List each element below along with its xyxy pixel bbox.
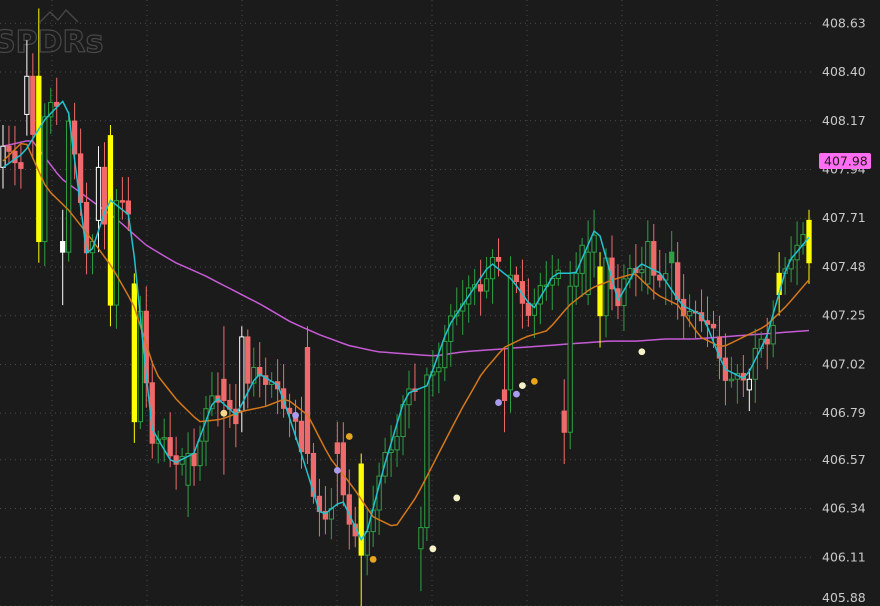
chart-canvas[interactable]: SPDRs 408.63408.40408.17407.94407.71407.… [0, 0, 880, 606]
candle-body [6, 145, 12, 152]
candle-body [561, 410, 567, 433]
y-tick-label: 408.17 [822, 113, 866, 128]
signal-marker [638, 348, 646, 356]
candle-body [24, 75, 30, 115]
candle-body [770, 324, 776, 345]
y-tick-label: 408.40 [822, 64, 866, 79]
candle-body [418, 527, 424, 550]
candle-body [764, 338, 770, 345]
candle-body [669, 251, 675, 264]
candle-body [364, 531, 370, 556]
candle-body [221, 378, 227, 401]
candle-body [119, 200, 126, 203]
y-tick-label: 406.34 [822, 501, 866, 516]
candles [0, 8, 812, 606]
candle-body [36, 75, 42, 243]
candle-body [30, 75, 36, 135]
candle-body [501, 389, 508, 401]
grid-lines [0, 0, 812, 606]
candle-body [591, 234, 597, 253]
last-price-tag: 407.98 [819, 153, 871, 169]
candle-body [394, 436, 400, 451]
y-tick-label: 406.11 [822, 549, 866, 564]
y-tick-label: 407.02 [822, 356, 866, 371]
signal-marker [429, 545, 437, 553]
candle-body [167, 437, 173, 457]
logo-text: SPDRs [0, 25, 103, 60]
signal-marker [453, 494, 461, 502]
signal-marker [220, 409, 228, 417]
candle-body [334, 442, 340, 454]
candle-body [639, 269, 645, 274]
signal-marker [345, 433, 353, 440]
candle-body [585, 251, 591, 296]
candle-body [340, 442, 346, 496]
candle-body [442, 340, 448, 369]
candle-body [113, 200, 120, 306]
candle-body [125, 200, 132, 215]
candle-body [191, 452, 197, 467]
candle-body [346, 494, 352, 525]
y-tick-label: 406.79 [822, 405, 866, 420]
y-tick-label: 407.48 [822, 259, 866, 274]
candle-body [0, 145, 6, 168]
candle-body [161, 437, 167, 440]
moving-averages [2, 100, 810, 542]
signal-marker [530, 377, 538, 385]
candle-body [746, 378, 752, 391]
candle-body [197, 440, 203, 467]
candle-body [245, 336, 251, 384]
candle-body [298, 420, 305, 453]
signal-marker [519, 382, 526, 390]
candle-body [603, 257, 609, 317]
candle-body [107, 135, 114, 306]
candle-body [728, 378, 735, 382]
spdrs-logo: SPDRs [0, 8, 104, 61]
y-tick-label: 405.88 [822, 590, 866, 605]
candle-body [424, 374, 430, 529]
candle-body [358, 463, 364, 556]
candle-body [483, 278, 490, 292]
candle-body [645, 241, 651, 285]
long-ma-line [2, 140, 810, 357]
signal-marker [369, 555, 377, 563]
last-price-label: 407.98 [824, 154, 868, 169]
signal-marker [333, 466, 341, 474]
signal-marker [495, 399, 502, 406]
candle-body [513, 274, 520, 283]
candle-body [477, 284, 484, 292]
long-moving-average [2, 140, 810, 357]
candle-body [686, 310, 693, 317]
candle-body [806, 219, 812, 264]
candle-body [573, 272, 579, 287]
candle-body [567, 285, 573, 433]
y-tick-label: 406.57 [822, 452, 866, 467]
y-axis: 408.63408.40408.17407.94407.71407.48407.… [822, 15, 866, 605]
y-tick-label: 407.25 [822, 308, 866, 323]
price-chart[interactable]: SPDRs 408.63 408.40 408.17 407.94 407.71 407.… [0, 0, 880, 606]
candle-body [525, 302, 532, 316]
candle-body [597, 266, 603, 317]
candle-body [675, 262, 681, 300]
candle-body [60, 241, 66, 253]
candle-body [95, 166, 102, 221]
candle-body [18, 162, 24, 169]
signal-marker [292, 411, 299, 419]
candle-body [507, 274, 514, 391]
y-tick-label: 408.63 [822, 15, 866, 30]
logo-mountain-icon [39, 8, 79, 23]
signal-marker [513, 390, 520, 398]
candle-body [489, 256, 496, 280]
candle-body [304, 346, 311, 454]
candle-body [710, 323, 717, 329]
candle-body [42, 116, 48, 243]
candle-body [436, 367, 442, 373]
candle-body [495, 256, 502, 262]
y-tick-label: 407.71 [822, 210, 866, 225]
candle-body [66, 120, 72, 253]
candle-body [185, 452, 191, 486]
